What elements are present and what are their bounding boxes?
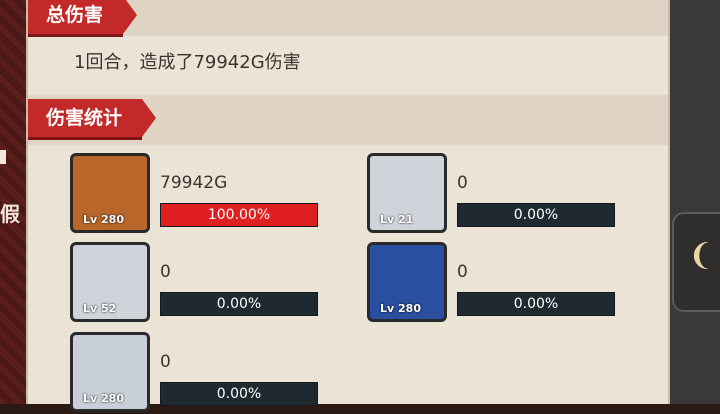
- left-backdrop-text: 假: [0, 202, 20, 226]
- hero-damage-percent: 0.00%: [216, 296, 262, 312]
- hero-damage-bar: 0.00%: [457, 292, 615, 316]
- hero-damage-value: 0: [457, 262, 468, 282]
- hero-level: Lv 52: [83, 302, 117, 315]
- hero-damage-percent: 0.00%: [216, 386, 262, 402]
- hero-portrait-white-hair-hero[interactable]: Lv 21: [367, 153, 447, 233]
- hero-portrait-blonde-mage[interactable]: Lv 280: [367, 242, 447, 322]
- hero-damage-bar: 0.00%: [160, 292, 318, 316]
- hero-damage-percent: 0.00%: [513, 207, 559, 223]
- hero-level: Lv 280: [83, 213, 124, 226]
- right-backdrop: [668, 0, 720, 404]
- hero-damage-bar: 0.00%: [160, 382, 318, 406]
- side-menu-icon: ❨: [688, 238, 714, 273]
- hero-portrait-blonde-maid[interactable]: Lv 280: [70, 332, 150, 412]
- left-backdrop-mark: [0, 150, 6, 164]
- hero-damage-value: 0: [160, 262, 171, 282]
- hero-entry: Lv 280 79942G 100.00%: [70, 153, 370, 235]
- damage-report-panel: 总伤害 1回合，造成了79942G伤害 伤害统计 Lv 280 79942G 1…: [26, 0, 670, 412]
- hero-damage-percent: 0.00%: [513, 296, 559, 312]
- hero-damage-value: 0: [457, 173, 468, 193]
- hero-damage-percent: 100.00%: [207, 207, 271, 223]
- total-damage-title: 总伤害: [28, 0, 138, 34]
- total-damage-summary: 1回合，造成了79942G伤害: [74, 52, 301, 73]
- hero-entry: Lv 280 0 0.00%: [70, 332, 370, 414]
- hero-damage-value: 0: [160, 352, 171, 372]
- hero-damage-bar: 100.00%: [160, 203, 318, 227]
- hero-damage-value: 79942G: [160, 173, 228, 193]
- hero-entry: Lv 52 0 0.00%: [70, 242, 370, 324]
- hero-portrait-golden-warrior[interactable]: Lv 280: [70, 153, 150, 233]
- hero-level: Lv 21: [380, 213, 414, 226]
- hero-portrait-white-hair-hero[interactable]: Lv 52: [70, 242, 150, 322]
- hero-level: Lv 280: [83, 392, 124, 405]
- hero-level: Lv 280: [380, 302, 421, 315]
- hero-damage-bar: 0.00%: [457, 203, 615, 227]
- damage-stats-title: 伤害统计: [28, 99, 157, 137]
- hero-entry: Lv 280 0 0.00%: [367, 242, 667, 324]
- hero-entry: Lv 21 0 0.00%: [367, 153, 667, 235]
